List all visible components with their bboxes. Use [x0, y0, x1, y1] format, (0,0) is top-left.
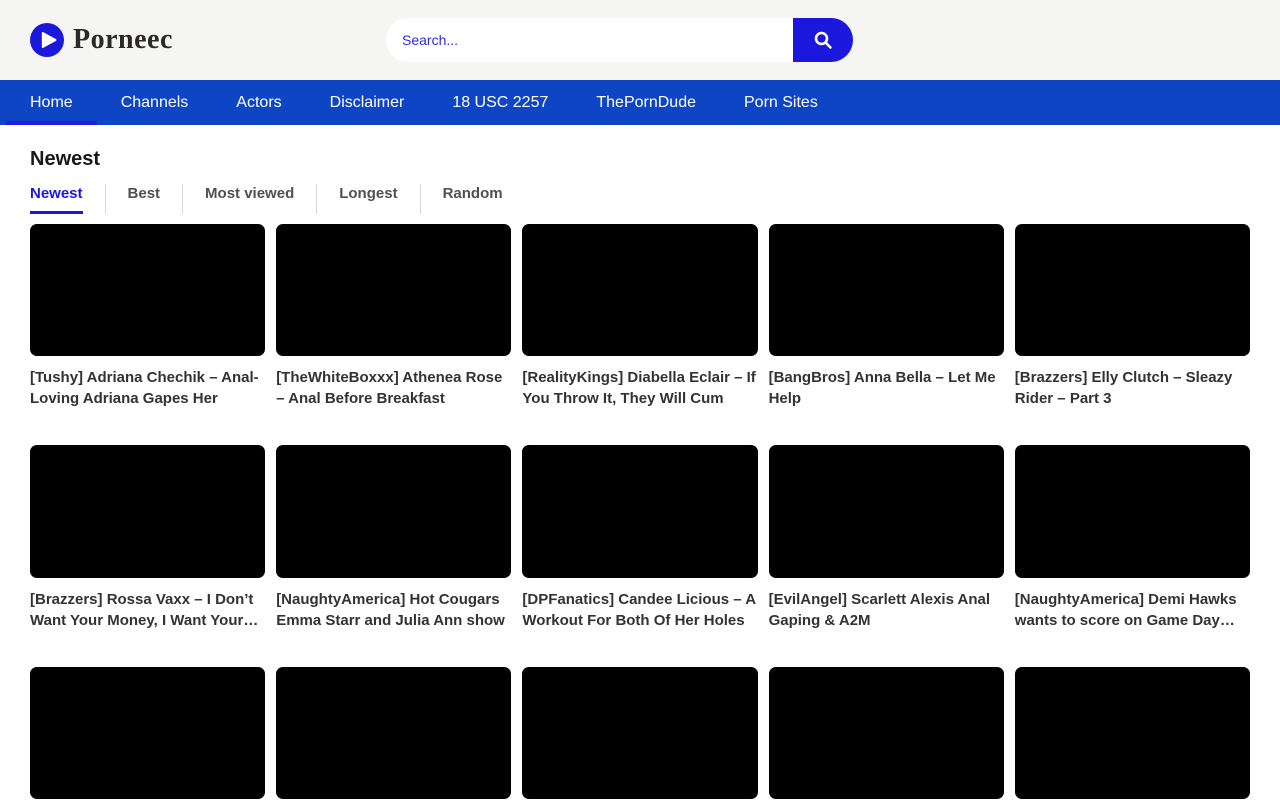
video-thumbnail[interactable]: [1015, 224, 1250, 356]
video-card[interactable]: [BangBros] Anna Bella – Let Me Help: [769, 224, 1004, 409]
nav-item-home[interactable]: Home: [6, 80, 97, 125]
video-card[interactable]: [1015, 667, 1250, 800]
tab-random[interactable]: Random: [420, 184, 525, 214]
nav-item-disclaimer[interactable]: Disclaimer: [306, 80, 429, 125]
brand-name: Porneec: [73, 24, 173, 56]
search-icon: [812, 29, 834, 51]
nav-item-theporndude[interactable]: ThePornDude: [572, 80, 720, 125]
video-card[interactable]: [NaughtyAmerica] Hot Cougars Emma Starr …: [276, 445, 511, 630]
video-title[interactable]: [TheWhiteBoxxx] Athenea Rose – Anal Befo…: [276, 367, 511, 409]
main-content: Newest Newest Best Most viewed Longest R…: [0, 148, 1280, 800]
video-thumbnail[interactable]: [522, 667, 757, 799]
video-card[interactable]: [TheWhiteBoxxx] Athenea Rose – Anal Befo…: [276, 224, 511, 409]
video-title[interactable]: [BangBros] Anna Bella – Let Me Help: [769, 367, 1004, 409]
video-title[interactable]: [EvilAngel] Scarlett Alexis Anal Gaping …: [769, 589, 1004, 631]
video-title[interactable]: [DPFanatics] Candee Licious – A Workout …: [522, 589, 757, 631]
video-card[interactable]: [30, 667, 265, 800]
video-title[interactable]: [RealityKings] Diabella Eclair – If You …: [522, 367, 757, 409]
nav-item-actors[interactable]: Actors: [212, 80, 305, 125]
video-card[interactable]: [Tushy] Adriana Chechik – Anal-Loving Ad…: [30, 224, 265, 409]
search-form: [386, 18, 853, 62]
video-card[interactable]: [EvilAngel] Scarlett Alexis Anal Gaping …: [769, 445, 1004, 630]
video-thumbnail[interactable]: [30, 667, 265, 799]
video-card[interactable]: [522, 667, 757, 800]
video-card[interactable]: [276, 667, 511, 800]
video-card[interactable]: [NaughtyAmerica] Demi Hawks wants to sco…: [1015, 445, 1250, 630]
video-thumbnail[interactable]: [522, 224, 757, 356]
sort-tabs: Newest Best Most viewed Longest Random: [30, 184, 1250, 214]
video-thumbnail[interactable]: [276, 667, 511, 799]
video-thumbnail[interactable]: [1015, 445, 1250, 577]
video-card[interactable]: [Brazzers] Rossa Vaxx – I Don’t Want You…: [30, 445, 265, 630]
tab-best[interactable]: Best: [105, 184, 183, 214]
video-card[interactable]: [RealityKings] Diabella Eclair – If You …: [522, 224, 757, 409]
video-title[interactable]: [Brazzers] Elly Clutch – Sleazy Rider – …: [1015, 367, 1250, 409]
video-thumbnail[interactable]: [769, 667, 1004, 799]
video-thumbnail[interactable]: [276, 445, 511, 577]
video-thumbnail[interactable]: [30, 224, 265, 356]
video-thumbnail[interactable]: [276, 224, 511, 356]
page-title: Newest: [30, 148, 1250, 171]
tab-most-viewed[interactable]: Most viewed: [182, 184, 316, 214]
site-logo[interactable]: Porneec: [30, 0, 173, 80]
video-title[interactable]: [Brazzers] Rossa Vaxx – I Don’t Want You…: [30, 589, 265, 631]
main-nav: Home Channels Actors Disclaimer 18 USC 2…: [0, 80, 1280, 125]
search-button[interactable]: [793, 18, 853, 62]
tab-newest[interactable]: Newest: [30, 184, 105, 214]
play-icon: [30, 23, 64, 57]
video-title[interactable]: [Tushy] Adriana Chechik – Anal-Loving Ad…: [30, 367, 265, 409]
video-thumbnail[interactable]: [522, 445, 757, 577]
search-input[interactable]: [386, 18, 793, 62]
video-card[interactable]: [DPFanatics] Candee Licious – A Workout …: [522, 445, 757, 630]
video-title[interactable]: [NaughtyAmerica] Hot Cougars Emma Starr …: [276, 589, 511, 631]
video-card[interactable]: [Brazzers] Elly Clutch – Sleazy Rider – …: [1015, 224, 1250, 409]
tab-longest[interactable]: Longest: [316, 184, 419, 214]
video-grid: [Tushy] Adriana Chechik – Anal-Loving Ad…: [30, 224, 1250, 800]
video-thumbnail[interactable]: [1015, 667, 1250, 799]
nav-item-18-usc-2257[interactable]: 18 USC 2257: [428, 80, 572, 125]
video-card[interactable]: [769, 667, 1004, 800]
nav-item-channels[interactable]: Channels: [97, 80, 213, 125]
video-thumbnail[interactable]: [769, 224, 1004, 356]
video-title[interactable]: [NaughtyAmerica] Demi Hawks wants to sco…: [1015, 589, 1250, 631]
nav-item-porn-sites[interactable]: Porn Sites: [720, 80, 842, 125]
site-header: Porneec: [0, 0, 1280, 80]
video-thumbnail[interactable]: [769, 445, 1004, 577]
video-thumbnail[interactable]: [30, 445, 265, 577]
